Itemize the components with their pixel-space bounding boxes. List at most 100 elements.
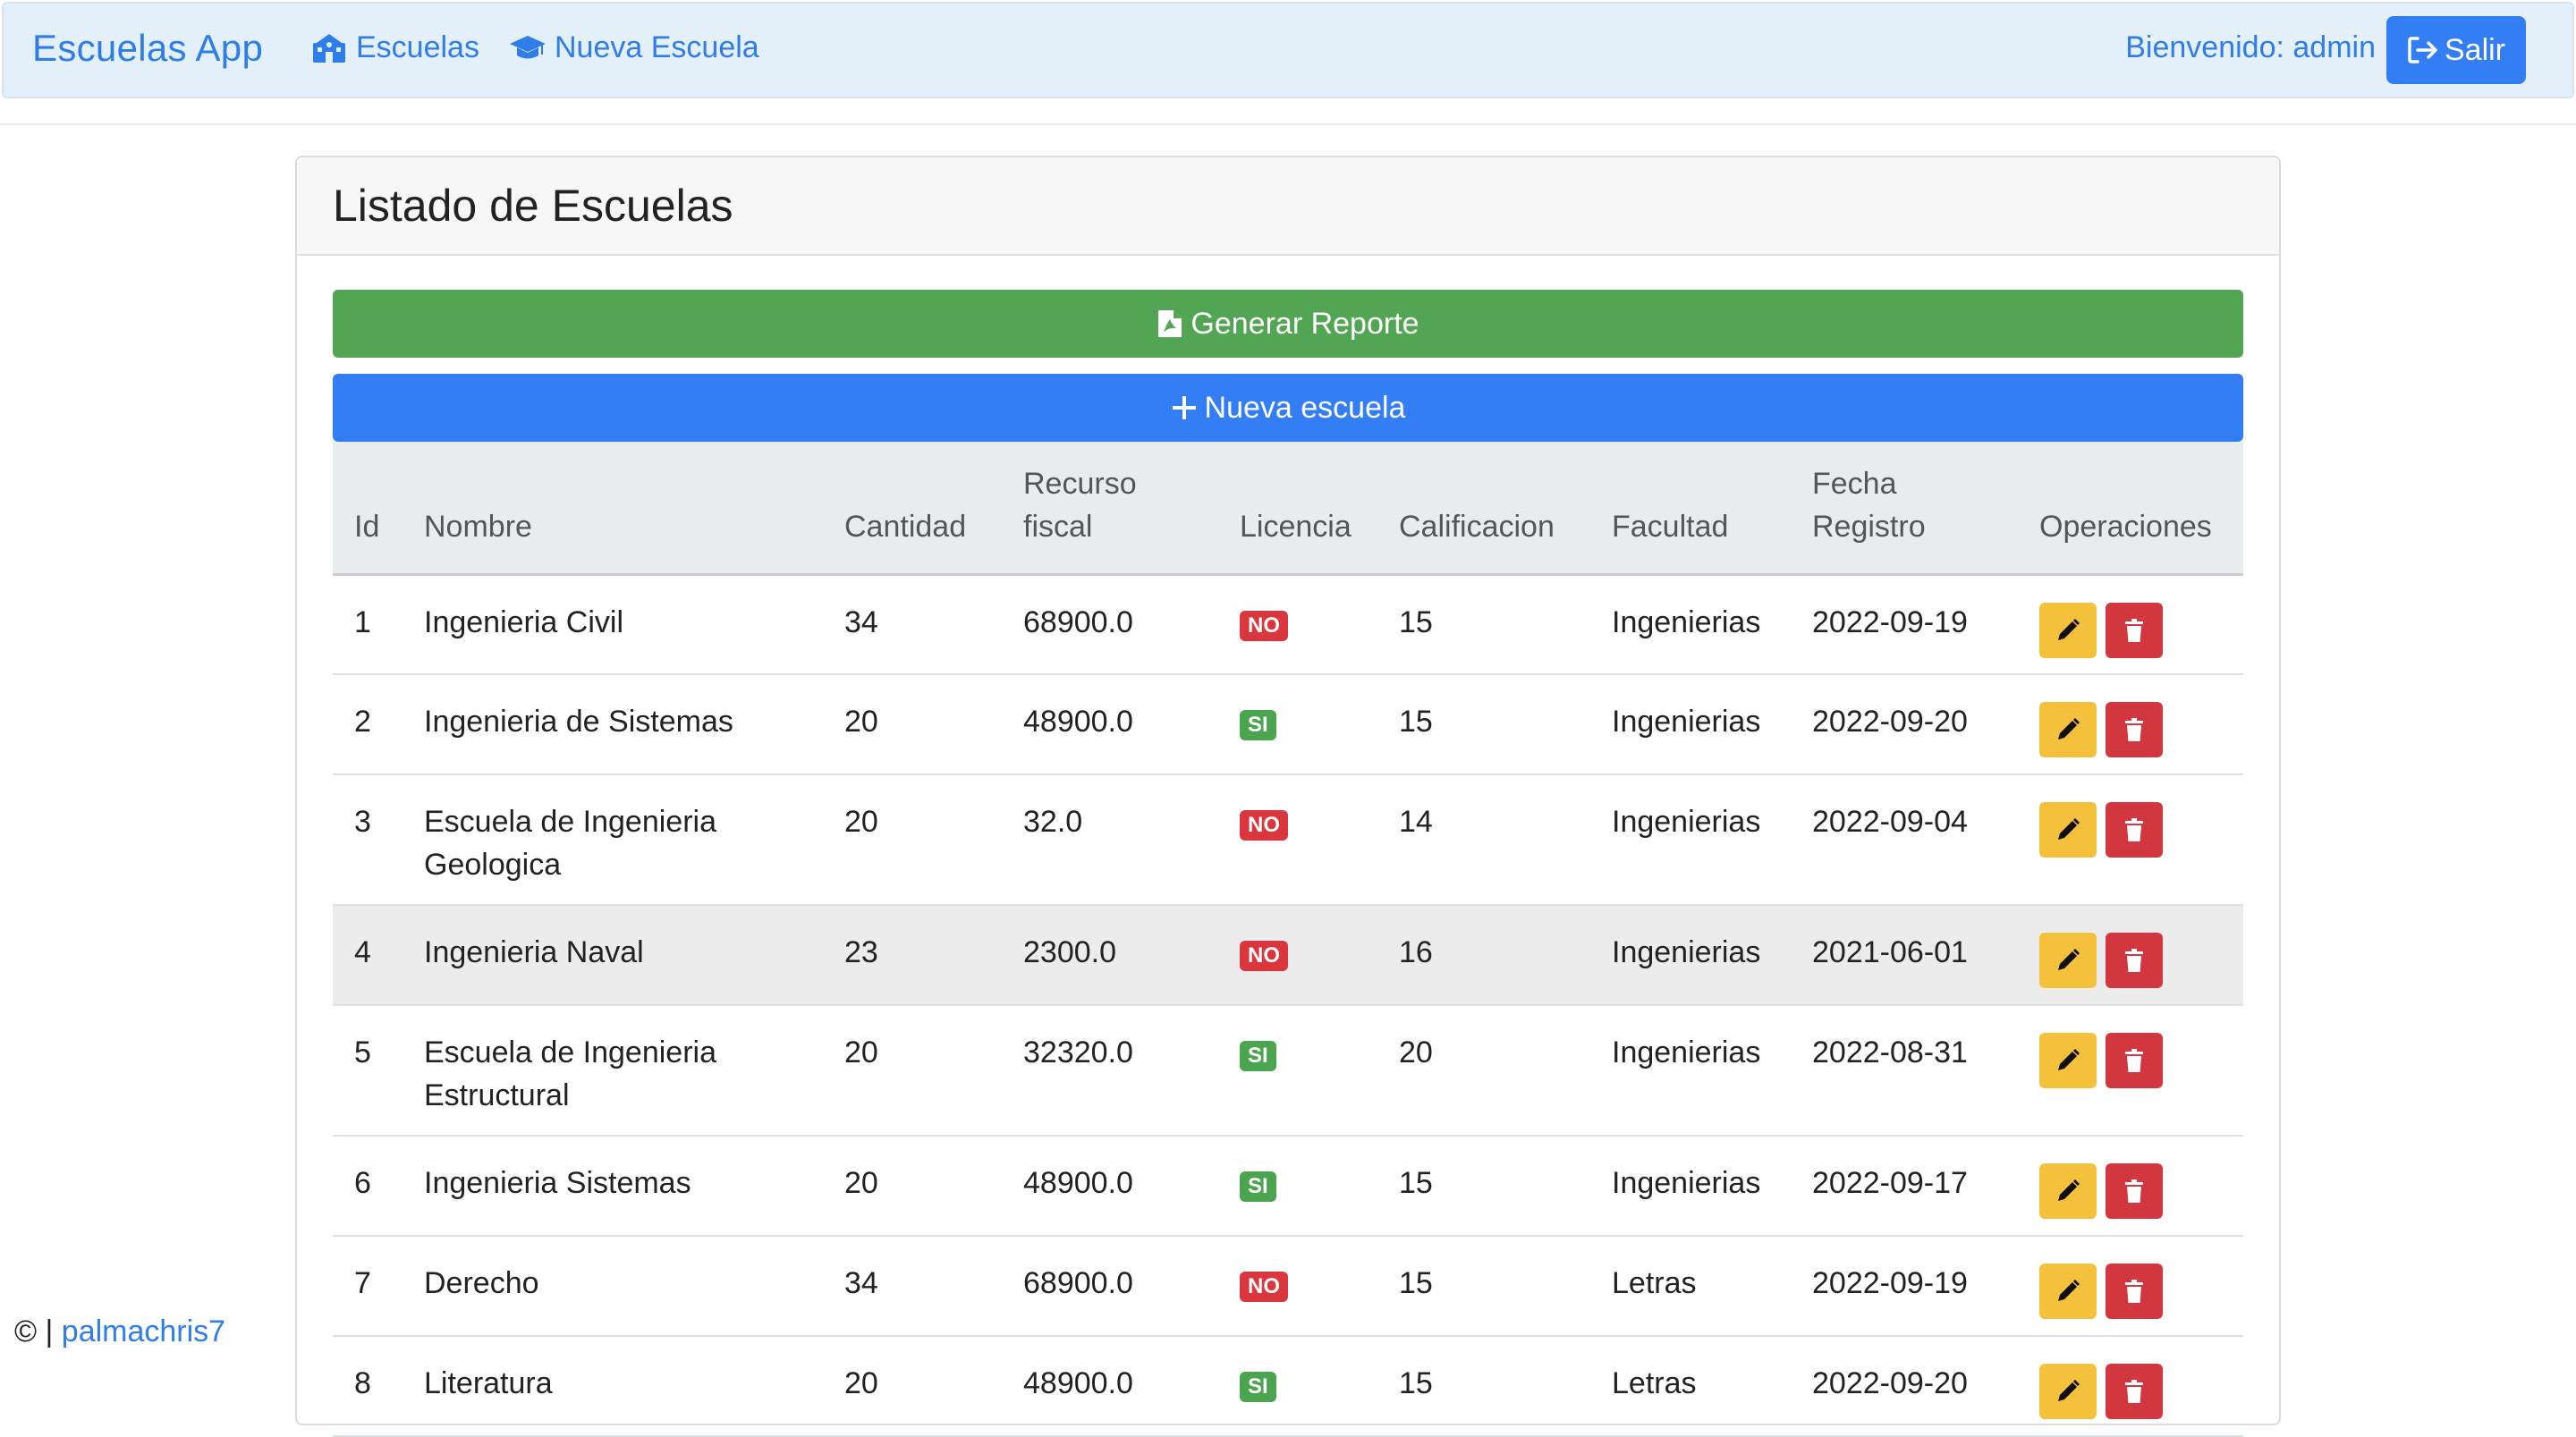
table-row: 3 Escuela de Ingenieria Geologica 20 32.0 NO… xyxy=(333,774,2243,906)
cell-operaciones xyxy=(2018,774,2243,906)
delete-button[interactable] xyxy=(2106,1163,2163,1219)
cell-calificacion: 15 xyxy=(1377,1336,1590,1437)
cell-recurso-fiscal: 2300.0 xyxy=(1002,905,1218,1006)
cell-nombre: Ingenieria de Sistemas xyxy=(402,674,823,775)
delete-button[interactable] xyxy=(2106,702,2163,757)
pencil-icon xyxy=(2058,818,2080,840)
pencil-icon xyxy=(2058,618,2080,640)
edit-button[interactable] xyxy=(2039,802,2097,858)
nav-link-nueva-escuela[interactable]: Nueva Escuela xyxy=(510,30,759,65)
navbar-divider xyxy=(0,123,2576,125)
trash-icon xyxy=(2125,1049,2143,1072)
cell-calificacion: 15 xyxy=(1377,674,1590,775)
cell-recurso-fiscal: 32.0 xyxy=(1002,774,1218,906)
cell-facultad: Ingenierias xyxy=(1590,905,1791,1006)
cell-recurso-fiscal: 48900.0 xyxy=(1002,674,1218,775)
delete-button[interactable] xyxy=(2106,802,2163,858)
cell-facultad: Letras xyxy=(1590,1236,1791,1337)
cell-operaciones xyxy=(2018,1336,2243,1437)
nav-link-escuelas-label: Escuelas xyxy=(356,30,479,64)
cell-licencia: NO xyxy=(1218,1236,1377,1337)
delete-button[interactable] xyxy=(2106,1264,2163,1319)
pencil-icon xyxy=(2058,949,2080,970)
edit-button[interactable] xyxy=(2039,1364,2097,1419)
cell-fecha-registro: 2022-09-17 xyxy=(1791,1136,2018,1237)
table-row: 7 Derecho 34 68900.0 NO 15 Letras 2022-09-19 xyxy=(333,1236,2243,1337)
graduation-cap-icon xyxy=(510,35,546,58)
table-row: 4 Ingenieria Naval 23 2300.0 NO 16 Ingenierias… xyxy=(333,905,2243,1006)
edit-button[interactable] xyxy=(2039,933,2097,988)
card-header: Listado de Escuelas xyxy=(297,157,2279,256)
cell-nombre: Ingenieria Naval xyxy=(402,905,823,1006)
pencil-icon xyxy=(2058,1380,2080,1401)
cell-cantidad: 34 xyxy=(823,574,1002,675)
school-icon xyxy=(313,33,345,63)
cell-operaciones xyxy=(2018,1136,2243,1237)
table-row: 6 Ingenieria Sistemas 20 48900.0 SI 15 Ingenie… xyxy=(333,1136,2243,1237)
trash-icon xyxy=(2125,718,2143,741)
delete-button[interactable] xyxy=(2106,1364,2163,1419)
cell-fecha-registro: 2022-09-19 xyxy=(1791,1236,2018,1337)
cell-calificacion: 15 xyxy=(1377,1236,1590,1337)
row-operations xyxy=(2039,1364,2222,1419)
row-operations xyxy=(2039,602,2222,658)
cell-id: 2 xyxy=(333,674,402,775)
license-badge: SI xyxy=(1240,1372,1276,1402)
generate-report-label: Generar Reporte xyxy=(1191,306,1419,341)
cell-operaciones xyxy=(2018,905,2243,1006)
brand-link[interactable]: Escuelas App xyxy=(32,27,263,70)
cell-licencia: SI xyxy=(1218,674,1377,775)
edit-button[interactable] xyxy=(2039,602,2097,658)
schools-card: Listado de Escuelas Generar Reporte Nuev… xyxy=(295,156,2281,1437)
edit-button[interactable] xyxy=(2039,1264,2097,1319)
cell-recurso-fiscal: 48900.0 xyxy=(1002,1336,1218,1437)
row-operations xyxy=(2039,1163,2222,1219)
trash-icon xyxy=(2125,1179,2143,1203)
cell-fecha-registro: 2022-09-20 xyxy=(1791,1336,2018,1437)
cell-licencia: NO xyxy=(1218,774,1377,906)
pencil-icon xyxy=(2058,718,2080,740)
edit-button[interactable] xyxy=(2039,702,2097,757)
nav-link-escuelas[interactable]: Escuelas xyxy=(311,30,479,65)
cell-nombre: Derecho xyxy=(402,1236,823,1337)
cell-calificacion: 15 xyxy=(1377,574,1590,675)
license-badge: SI xyxy=(1240,1041,1276,1071)
cell-licencia: NO xyxy=(1218,905,1377,1006)
cell-licencia: SI xyxy=(1218,1336,1377,1437)
cell-fecha-registro: 2022-08-31 xyxy=(1791,1005,2018,1137)
edit-button[interactable] xyxy=(2039,1033,2097,1088)
table-row: 5 Escuela de Ingenieria Estructural 20 3232… xyxy=(333,1005,2243,1137)
cell-cantidad: 20 xyxy=(823,1005,1002,1137)
generate-report-button[interactable]: Generar Reporte xyxy=(333,290,2243,358)
header-cantidad: Cantidad xyxy=(823,442,1002,576)
license-badge: SI xyxy=(1240,710,1276,740)
table-row: 1 Ingenieria Civil 34 68900.0 NO 15 Ingenieria… xyxy=(333,574,2243,675)
new-school-button[interactable]: Nueva escuela xyxy=(333,374,2243,442)
cell-nombre: Escuela de Ingenieria Geologica xyxy=(402,774,823,906)
cell-operaciones xyxy=(2018,1236,2243,1337)
row-operations xyxy=(2039,1033,2222,1088)
file-pdf-icon xyxy=(1158,310,1182,337)
cell-operaciones xyxy=(2018,674,2243,775)
cell-recurso-fiscal: 68900.0 xyxy=(1002,574,1218,675)
cell-licencia: SI xyxy=(1218,1005,1377,1137)
edit-button[interactable] xyxy=(2039,1163,2097,1219)
cell-facultad: Letras xyxy=(1590,1336,1791,1437)
delete-button[interactable] xyxy=(2106,602,2163,658)
pencil-icon xyxy=(2058,1049,2080,1070)
logout-button[interactable]: Salir xyxy=(2386,16,2526,84)
cell-operaciones xyxy=(2018,1005,2243,1137)
header-nombre: Nombre xyxy=(402,442,823,576)
trash-icon xyxy=(2125,1380,2143,1403)
cell-facultad: Ingenierias xyxy=(1590,774,1791,906)
footer-author-link[interactable]: palmachris7 xyxy=(62,1314,225,1348)
new-school-label: Nueva escuela xyxy=(1204,390,1406,425)
delete-button[interactable] xyxy=(2106,1033,2163,1088)
pencil-icon xyxy=(2058,1179,2080,1201)
top-navbar: Escuelas App Escuelas Nueva Escuela Bien… xyxy=(2,2,2574,98)
delete-button[interactable] xyxy=(2106,933,2163,988)
cell-recurso-fiscal: 32320.0 xyxy=(1002,1005,1218,1137)
cell-nombre: Ingenieria Sistemas xyxy=(402,1136,823,1237)
cell-facultad: Ingenierias xyxy=(1590,574,1791,675)
license-badge: NO xyxy=(1240,810,1288,841)
